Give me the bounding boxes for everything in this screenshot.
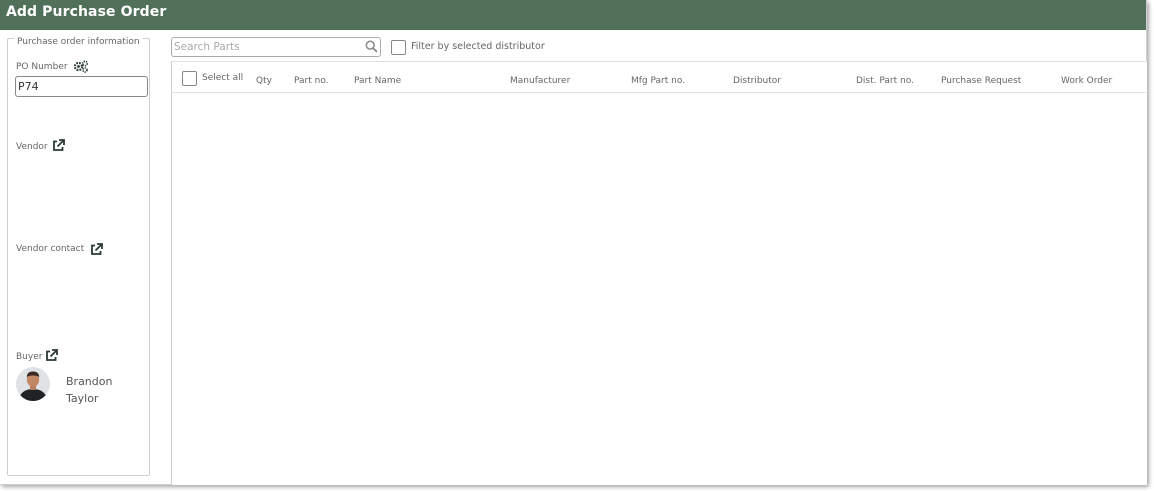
column-header-part-no[interactable]: Part no. xyxy=(294,76,329,86)
search-icon[interactable] xyxy=(365,40,378,53)
vendor-label: Vendor xyxy=(16,142,48,152)
title-bar: Add Purchase Order xyxy=(0,0,1146,30)
filter-distributor-checkbox[interactable] xyxy=(391,40,406,55)
dialog-title: Add Purchase Order xyxy=(6,4,167,20)
external-link-icon[interactable] xyxy=(45,349,58,362)
filter-distributor-label: Filter by selected distributor xyxy=(411,41,545,52)
po-number-field[interactable]: P74 xyxy=(15,76,148,97)
buyer-avatar xyxy=(16,367,50,401)
buyer-first-name: Brandon xyxy=(66,375,113,388)
column-header-qty[interactable]: Qty xyxy=(256,76,272,86)
search-parts-input[interactable]: Search Parts xyxy=(171,37,381,57)
external-link-icon[interactable] xyxy=(52,139,65,152)
column-header-purchase-request[interactable]: Purchase Request xyxy=(941,76,1021,86)
buyer-label: Buyer xyxy=(16,352,43,362)
column-header-distributor[interactable]: Distributor xyxy=(733,76,781,86)
grid-header-divider xyxy=(171,92,1146,93)
column-header-dist-part-no[interactable]: Dist. Part no. xyxy=(856,76,914,86)
search-placeholder: Search Parts xyxy=(174,41,240,53)
vendor-contact-label: Vendor contact xyxy=(16,244,85,254)
select-all-checkbox[interactable] xyxy=(182,71,197,86)
buyer-last-name: Taylor xyxy=(66,392,99,405)
po-number-label: PO Number xyxy=(16,62,68,72)
purchase-order-info-panel xyxy=(7,38,150,476)
panel-legend: Purchase order information xyxy=(14,37,143,47)
parts-grid xyxy=(171,61,1147,485)
column-header-part-name[interactable]: Part Name xyxy=(354,76,401,86)
column-header-work-order[interactable]: Work Order xyxy=(1061,76,1112,86)
settings-gears-icon[interactable] xyxy=(73,60,89,73)
external-link-icon[interactable] xyxy=(90,243,103,256)
column-header-manufacturer[interactable]: Manufacturer xyxy=(510,76,570,86)
select-all-label: Select all xyxy=(202,73,244,83)
column-header-mfg-part-no[interactable]: Mfg Part no. xyxy=(631,76,685,86)
